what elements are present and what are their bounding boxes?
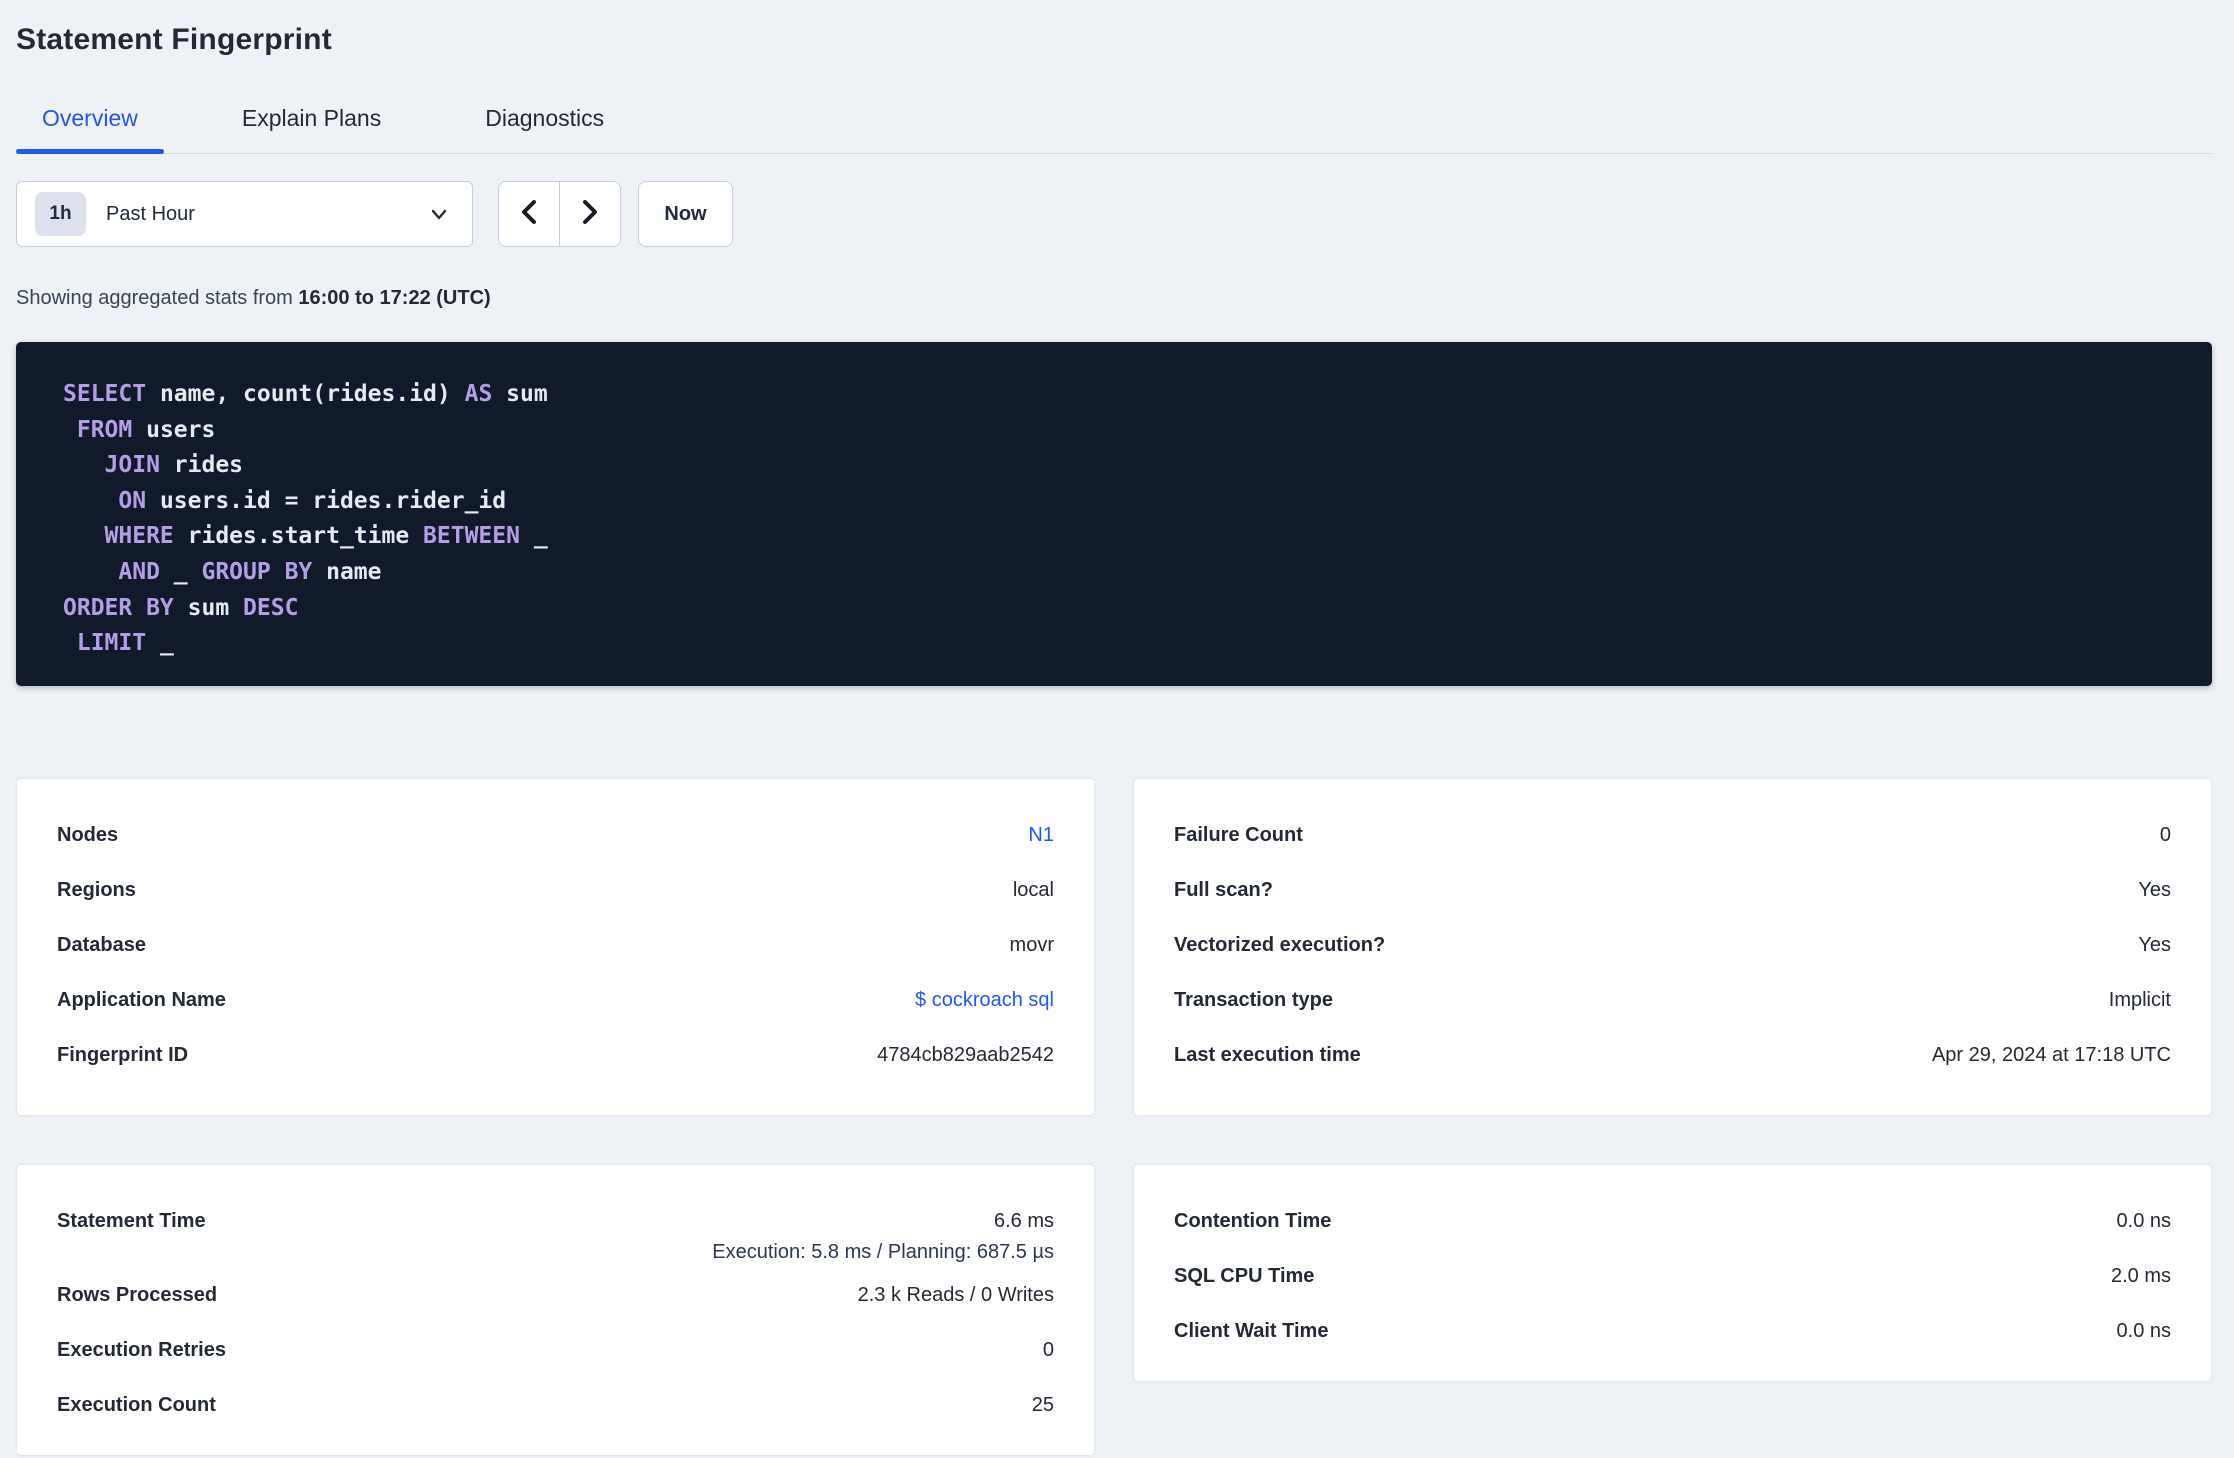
row-value: local [1012,879,1054,901]
row-value-link[interactable]: N1 [1028,824,1054,847]
card-row: Last execution time Apr 29, 2024 at 17:18… [1174,1028,2171,1083]
page-content: Statement Fingerprint Overview Explain P… [16,20,2212,1456]
row-label: Rows Processed [57,1284,218,1306]
card-row: Vectorized execution? Yes [1174,918,2171,973]
row-value: Yes [2138,934,2171,956]
page-title: Statement Fingerprint [16,23,332,56]
row-label: Regions [57,879,136,901]
card-row: Fingerprint ID 4784cb829aab2542 [57,1028,1054,1083]
card-row: Failure Count 0 [1174,808,2171,863]
next-range-button[interactable] [559,182,620,246]
stats-line-prefix: Showing aggregated stats from [16,287,299,309]
tab-diagnostics[interactable]: Diagnostics [459,104,630,153]
card-row: Nodes N1 [57,808,1054,863]
card-row: Transaction type Implicit [1174,973,2171,1028]
previous-range-button[interactable] [499,182,559,246]
overview-cards-row: Nodes N1 Regions local Database movr Applicati… [16,778,2212,1116]
chevron-right-icon [578,198,602,231]
row-value: 25 [1031,1394,1054,1416]
tab-overview[interactable]: Overview [16,104,164,154]
time-range-dropdown[interactable]: 1h Past Hour [16,181,473,247]
row-value: 0.0 ns [2116,1210,2171,1232]
row-value: 0 [1042,1339,1054,1361]
time-stats-card: Contention Time 0.0 ns SQL CPU Time 2.0 ms C… [1133,1164,2212,1382]
card-row: Rows Processed 2.3 k Reads / 0 Writes [57,1268,1054,1323]
row-value-link[interactable]: $ cockroach sql [915,989,1054,1012]
sql-line: LIMIT _ [76,630,174,657]
row-label: SQL CPU Time [1174,1265,1315,1287]
chevron-down-icon [428,203,450,225]
row-value: 0.0 ns [2116,1320,2171,1342]
stats-line-range: 16:00 to 17:22 (UTC) [298,287,491,309]
row-value: Apr 29, 2024 at 17:18 UTC [1931,1044,2171,1066]
sql-line: ORDER BY sum DESC [63,594,299,621]
card-row: Regions local [57,863,1054,918]
row-label: Client Wait Time [1174,1320,1329,1342]
row-value: movr [1009,934,1054,956]
sql-line: WHERE rides.start_time BETWEEN _ [104,523,548,550]
tab-bar: Overview Explain Plans Diagnostics [16,104,2212,154]
row-label: Database [57,934,146,956]
chevron-left-icon [517,198,541,231]
row-label: Full scan? [1174,879,1273,901]
row-value: Yes [2138,879,2171,901]
row-label: Statement Time [57,1210,206,1232]
card-row: Execution Retries 0 [57,1323,1054,1378]
sql-line: FROM users [76,416,216,443]
time-controls: 1h Past Hour Now [16,181,2212,247]
row-label: Contention Time [1174,1210,1332,1232]
time-range-selected: Past Hour [106,202,195,225]
statement-stats-card: Statement Time 6.6 ms Execution: 5.8 ms / … [16,1164,1095,1456]
card-row: Full scan? Yes [1174,863,2171,918]
row-label: Nodes [57,824,119,846]
now-button[interactable]: Now [638,181,733,247]
time-range-arrows [498,181,621,247]
card-row: SQL CPU Time 2.0 ms [1174,1249,2171,1304]
tab-explain-plans[interactable]: Explain Plans [216,104,407,153]
row-label: Execution Retries [57,1339,226,1361]
sql-line: JOIN rides [104,452,244,479]
row-label: Fingerprint ID [57,1044,189,1066]
row-label: Last execution time [1174,1044,1361,1066]
card-row: Application Name $ cockroach sql [57,973,1054,1028]
stats-cards-row: Statement Time 6.6 ms Execution: 5.8 ms / … [16,1164,2212,1456]
row-value: 2.0 ms [2110,1265,2171,1287]
card-row: Contention Time 0.0 ns [1174,1194,2171,1249]
sql-line: AND _ GROUP BY name [118,558,382,585]
row-label: Execution Count [57,1394,216,1416]
aggregated-stats-line: Showing aggregated stats from 16:00 to 1… [16,285,2212,311]
row-value: 0 [2159,824,2171,846]
execution-attributes-card: Failure Count 0 Full scan? Yes Vectorized ex… [1133,778,2212,1116]
row-subvalue: Execution: 5.8 ms / Planning: 687.5 µs [712,1241,1054,1263]
card-row: Execution Count 25 [57,1378,1054,1433]
card-row: Client Wait Time 0.0 ns [1174,1304,2171,1359]
row-label: Transaction type [1174,989,1333,1011]
row-value: Implicit [2108,989,2171,1011]
row-value: 4784cb829aab2542 [877,1044,1054,1066]
statement-details-card: Nodes N1 Regions local Database movr Applicati… [16,778,1095,1116]
row-label: Vectorized execution? [1174,934,1386,956]
sql-line: SELECT name, count(rides.id) AS sum [63,381,548,407]
card-row: Database movr [57,918,1054,973]
row-label: Failure Count [1174,824,1303,846]
time-range-badge: 1h [35,192,86,236]
sql-line: ON users.id = rides.rider_id [118,487,507,514]
row-value: 6.6 ms [993,1210,1054,1232]
row-value: 2.3 k Reads / 0 Writes [857,1284,1054,1306]
sql-statement-box: SELECT name, count(rides.id) AS sum FROM… [16,342,2212,686]
row-label: Application Name [57,989,226,1011]
